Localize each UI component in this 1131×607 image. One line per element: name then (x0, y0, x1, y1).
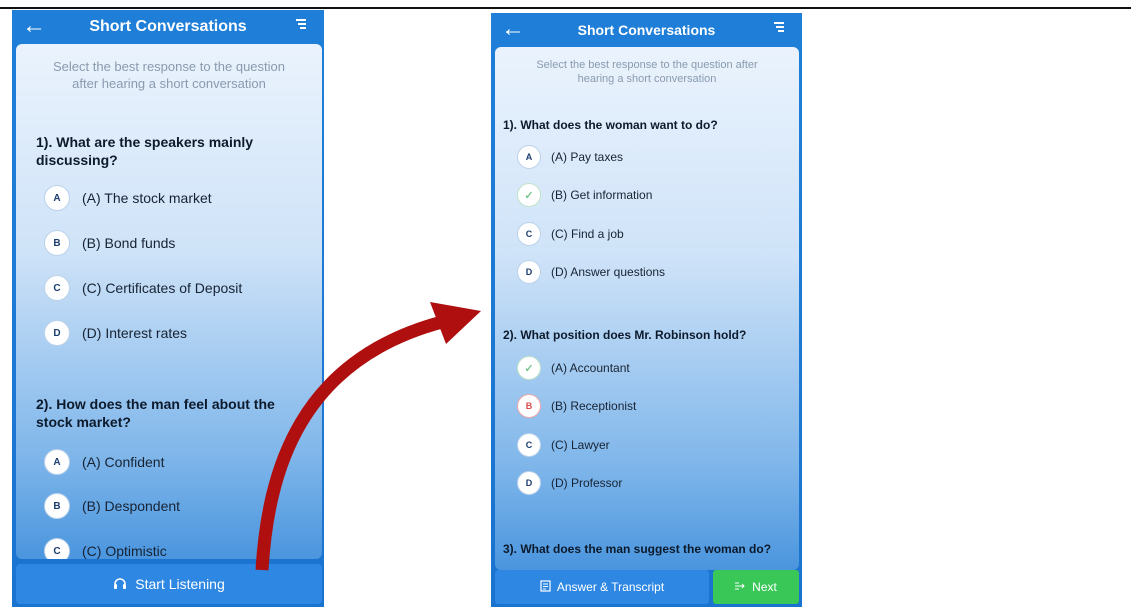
transition-arrow-icon (255, 302, 481, 571)
